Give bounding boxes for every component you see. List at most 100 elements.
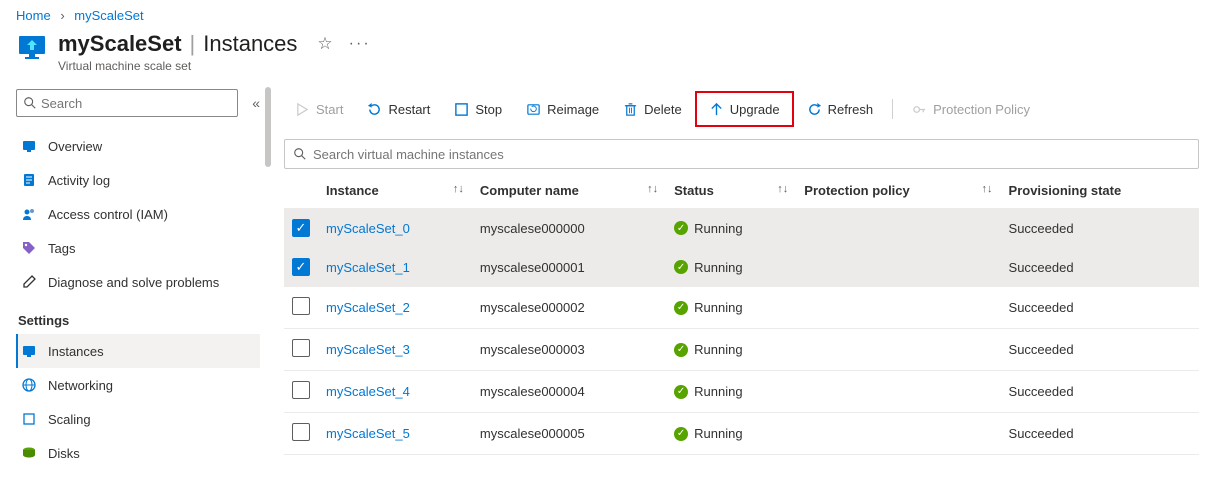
instance-link[interactable]: myScaleSet_3 [326,342,410,357]
status-cell: ✓Running [674,426,788,441]
restart-icon [367,102,382,117]
row-checkbox[interactable] [292,423,310,441]
sidebar-item-label: Access control (IAM) [48,207,168,222]
overview-icon [20,137,38,155]
sidebar-scrollbar[interactable] [260,81,276,470]
col-status-label: Status [674,183,714,198]
sidebar-search[interactable] [16,89,238,117]
sidebar-item-access-control-iam-[interactable]: Access control (IAM) [16,197,260,231]
instance-link[interactable]: myScaleSet_5 [326,426,410,441]
start-button[interactable]: Start [284,93,354,125]
instance-link[interactable]: myScaleSet_4 [326,384,410,399]
sidebar-item-label: Activity log [48,173,110,188]
more-menu-icon[interactable]: ··· [349,35,371,53]
disks-icon [20,444,38,462]
col-status[interactable]: Status↑↓ [666,173,796,209]
refresh-button[interactable]: Refresh [796,93,885,125]
status-running-icon: ✓ [674,343,688,357]
col-protection[interactable]: Protection policy↑↓ [796,173,1000,209]
protection-cell [796,287,1000,329]
stop-label: Stop [475,102,502,117]
computer-name-cell: myscalese000005 [472,413,666,455]
collapse-sidebar-icon[interactable]: « [252,95,260,111]
trash-icon [623,102,638,117]
sidebar-item-overview[interactable]: Overview [16,129,260,163]
computer-name-cell: myscalese000004 [472,371,666,413]
table-row[interactable]: myScaleSet_2myscalese000002✓RunningSucce… [284,287,1199,329]
delete-button[interactable]: Delete [612,93,693,125]
diagnose-icon [20,273,38,291]
sort-icon: ↑↓ [982,183,993,195]
table-row[interactable]: myScaleSet_3myscalese000003✓RunningSucce… [284,329,1199,371]
refresh-label: Refresh [828,102,874,117]
protection-cell [796,329,1000,371]
restart-label: Restart [388,102,430,117]
sidebar-item-label: Networking [48,378,113,393]
table-row[interactable]: ✓myScaleSet_1myscalese000001✓RunningSucc… [284,248,1199,287]
sidebar-item-scaling[interactable]: Scaling [16,402,260,436]
vmss-resource-icon [16,31,48,63]
sidebar-item-label: Overview [48,139,102,154]
table-row[interactable]: myScaleSet_5myscalese000005✓RunningSucce… [284,413,1199,455]
resource-type-label: Virtual machine scale set [58,59,371,73]
row-checkbox[interactable]: ✓ [292,219,310,237]
sidebar-search-input[interactable] [37,96,231,111]
computer-name-cell: myscalese000003 [472,329,666,371]
sidebar-item-label: Tags [48,241,75,256]
sidebar-item-diagnose-and-solve-problems[interactable]: Diagnose and solve problems [16,265,260,299]
favorite-star-icon[interactable]: ☆ [317,34,332,54]
title-divider: | [190,31,196,57]
play-icon [295,102,310,117]
page-title: myScaleSet [58,31,182,57]
row-checkbox[interactable]: ✓ [292,258,310,276]
status-running-icon: ✓ [674,427,688,441]
sidebar-item-activity-log[interactable]: Activity log [16,163,260,197]
table-row[interactable]: myScaleSet_4myscalese000004✓RunningSucce… [284,371,1199,413]
protection-policy-button[interactable]: Protection Policy [901,93,1041,125]
instance-link[interactable]: myScaleSet_2 [326,300,410,315]
toolbar-separator [892,99,893,119]
iam-icon [20,205,38,223]
provisioning-cell: Succeeded [1001,287,1199,329]
reimage-button[interactable]: Reimage [515,93,610,125]
sidebar-item-tags[interactable]: Tags [16,231,260,265]
reimage-label: Reimage [547,102,599,117]
restart-button[interactable]: Restart [356,93,441,125]
sidebar-item-instances[interactable]: Instances [16,334,260,368]
table-row[interactable]: ✓myScaleSet_0myscalese000000✓RunningSucc… [284,209,1199,248]
page-header: myScaleSet | Instances ☆ ··· Virtual mac… [0,27,1207,81]
upgrade-button[interactable]: Upgrade [695,91,794,127]
col-checkbox [284,173,318,209]
sidebar-item-label: Scaling [48,412,91,427]
log-icon [20,171,38,189]
instance-filter[interactable] [284,139,1199,169]
sort-icon: ↑↓ [647,183,658,195]
instance-filter-input[interactable] [307,147,1190,162]
instance-link[interactable]: myScaleSet_0 [326,221,410,236]
stop-icon [454,102,469,117]
arrow-up-icon [709,102,724,117]
sidebar-item-networking[interactable]: Networking [16,368,260,402]
sidebar-item-disks[interactable]: Disks [16,436,260,470]
col-instance-label: Instance [326,183,379,198]
stop-button[interactable]: Stop [443,93,513,125]
status-running-icon: ✓ [674,260,688,274]
instance-link[interactable]: myScaleSet_1 [326,260,410,275]
protection-cell [796,248,1000,287]
row-checkbox[interactable] [292,339,310,357]
nav-list-settings: Instances Networking Scaling Disks [16,334,260,470]
col-provisioning-label: Provisioning state [1009,183,1122,198]
breadcrumb: Home › myScaleSet [0,0,1207,27]
row-checkbox[interactable] [292,297,310,315]
instances-table: Instance↑↓ Computer name↑↓ Status↑↓ Prot… [284,173,1199,455]
col-computer[interactable]: Computer name↑↓ [472,173,666,209]
status-cell: ✓Running [674,384,788,399]
breadcrumb-current[interactable]: myScaleSet [74,8,143,23]
key-icon [912,102,927,117]
row-checkbox[interactable] [292,381,310,399]
tags-icon [20,239,38,257]
breadcrumb-home[interactable]: Home [16,8,51,23]
col-instance[interactable]: Instance↑↓ [318,173,472,209]
col-provisioning[interactable]: Provisioning state [1001,173,1199,209]
networking-icon [20,376,38,394]
